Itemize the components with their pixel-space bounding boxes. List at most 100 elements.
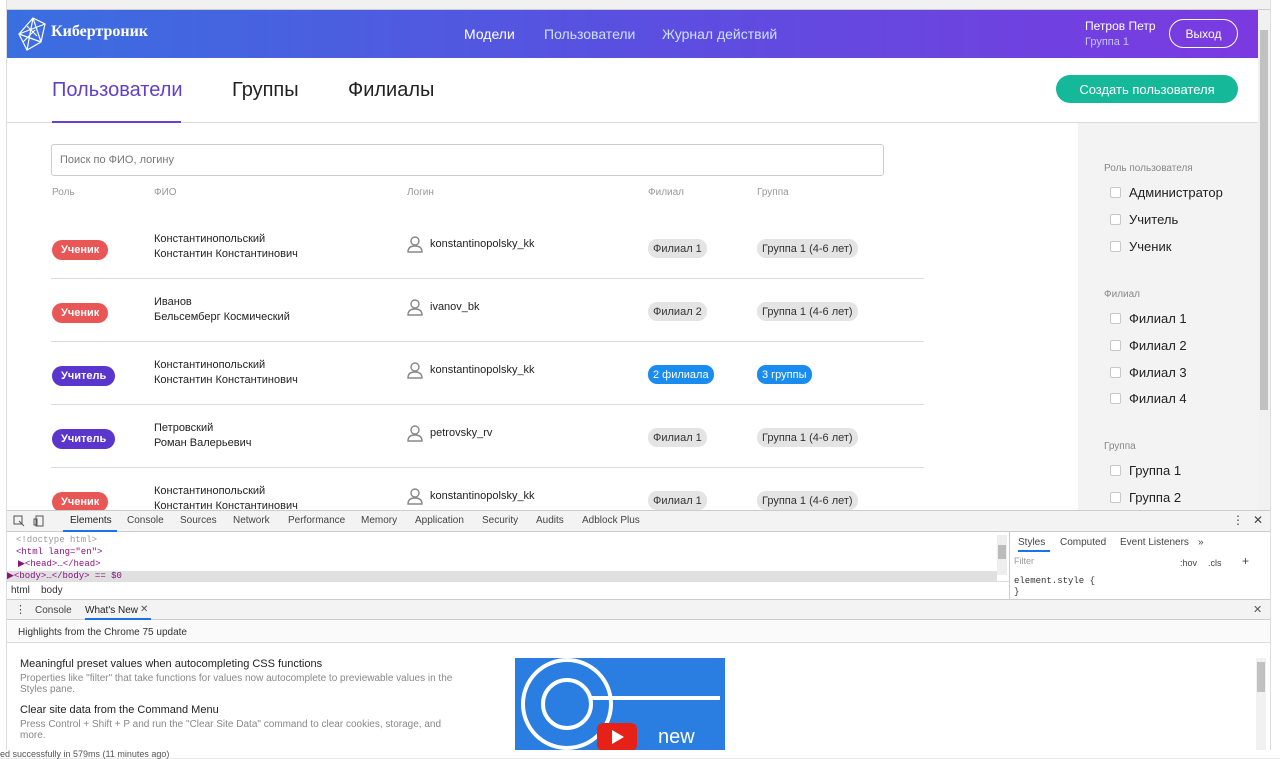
styles-filter-input[interactable]: Filter	[1014, 556, 1174, 570]
whats-new-item-title[interactable]: Meaningful preset values when autocomple…	[20, 658, 322, 670]
checkbox[interactable]	[1110, 492, 1121, 503]
element-style-rule[interactable]: element.style {	[1014, 576, 1095, 586]
styles-tab[interactable]: Styles	[1018, 537, 1045, 548]
logout-button[interactable]: Выход	[1169, 19, 1238, 48]
event-listeners-tab[interactable]: Event Listeners	[1120, 537, 1189, 548]
filter-role-student[interactable]: Ученик	[1110, 239, 1171, 254]
whats-new-item-title[interactable]: Clear site data from the Command Menu	[20, 704, 219, 716]
checkbox[interactable]	[1110, 313, 1121, 324]
nav-users[interactable]: Пользователи	[544, 26, 635, 42]
whats-new-scrollbar[interactable]	[1256, 658, 1266, 751]
devtools-active-tab-indicator	[63, 530, 117, 532]
device-toolbar-icon[interactable]	[33, 515, 45, 527]
devtools-tab-elements[interactable]: Elements	[70, 515, 112, 526]
app-header: Кибертроник Модели Пользователи Журнал д…	[7, 10, 1258, 58]
code-doctype[interactable]: <!doctype html>	[16, 535, 97, 545]
whats-new-video-thumbnail[interactable]: new	[515, 658, 725, 751]
breadcrumb-body[interactable]: body	[41, 585, 63, 596]
drawer-menu-icon[interactable]: ⋮	[15, 603, 26, 616]
code-body-tag[interactable]: ▶<body>…</body> == $0	[7, 571, 997, 581]
user-fio: Константинопольский Константин Константин…	[154, 485, 298, 510]
play-button-icon[interactable]	[597, 723, 637, 751]
table-row[interactable]: Ученик Константинопольский Константин Кон…	[51, 468, 924, 510]
devtools-tab-audits[interactable]: Audits	[536, 515, 564, 526]
add-style-rule-icon[interactable]: +	[1242, 554, 1249, 568]
filter-group-2[interactable]: Группа 2	[1110, 490, 1181, 505]
more-tabs-icon[interactable]: »	[1198, 537, 1204, 548]
checkbox[interactable]	[1110, 214, 1121, 225]
devtools-menu-icon[interactable]: ⋮	[1232, 513, 1244, 527]
filter-branch-3[interactable]: Филиал 3	[1110, 365, 1187, 380]
search-input[interactable]: Поиск по ФИО, логину	[51, 144, 884, 176]
checkbox[interactable]	[1110, 340, 1121, 351]
checkbox[interactable]	[1110, 367, 1121, 378]
devtools-tab-console[interactable]: Console	[127, 515, 164, 526]
group-chip: Группа 1 (4-6 лет)	[757, 302, 858, 321]
create-user-button[interactable]: Создать пользователя	[1056, 75, 1238, 103]
branch-chip: Филиал 2	[648, 302, 707, 321]
page-scrollbar[interactable]	[1258, 10, 1270, 510]
checkbox[interactable]	[1110, 241, 1121, 252]
computed-tab[interactable]: Computed	[1060, 537, 1106, 548]
hov-toggle[interactable]: :hov	[1180, 558, 1197, 568]
column-header-branch: Филиал	[648, 187, 685, 198]
devtools-tab-network[interactable]: Network	[233, 515, 270, 526]
whats-new-panel: Highlights from the Chrome 75 update Mea…	[7, 621, 1270, 751]
group-chip[interactable]: 3 группы	[757, 365, 812, 384]
nav-action-log[interactable]: Журнал действий	[662, 26, 777, 42]
devtools-tab-adblock[interactable]: Adblock Plus	[582, 515, 640, 526]
whats-new-item-desc: Styles pane.	[20, 684, 76, 695]
code-head-tag[interactable]: ▶<head>…</head>	[18, 559, 101, 569]
table-row[interactable]: Ученик Иванов Бельсемберг Космический iva…	[51, 279, 924, 342]
code-scrollbar[interactable]	[997, 535, 1007, 575]
filter-role-title: Роль пользователя	[1104, 163, 1193, 174]
user-login: konstantinopolsky_kk	[430, 238, 535, 250]
cls-toggle[interactable]: .cls	[1208, 558, 1222, 568]
filter-branch-2[interactable]: Филиал 2	[1110, 338, 1187, 353]
active-tab-indicator	[52, 121, 181, 123]
filter-branch-1[interactable]: Филиал 1	[1110, 311, 1187, 326]
inspect-icon[interactable]	[13, 515, 25, 527]
table-row[interactable]: Ученик Константинопольский Константин Кон…	[51, 216, 924, 279]
devtools-tab-sources[interactable]: Sources	[180, 515, 217, 526]
tab-users[interactable]: Пользователи	[52, 79, 183, 102]
drawer-tab-console[interactable]: Console	[35, 605, 72, 616]
devtools-close-icon[interactable]: ✕	[1253, 513, 1263, 527]
filter-branch-4[interactable]: Филиал 4	[1110, 391, 1187, 406]
checkbox[interactable]	[1110, 465, 1121, 476]
scrollbar-thumb[interactable]	[1260, 30, 1268, 410]
devtools-tab-memory[interactable]: Memory	[361, 515, 397, 526]
filter-group-1[interactable]: Группа 1	[1110, 463, 1181, 478]
drawer-close-icon[interactable]: ✕	[1253, 603, 1262, 616]
checkbox[interactable]	[1110, 393, 1121, 404]
devtools-tab-security[interactable]: Security	[482, 515, 518, 526]
branch-chip: Филиал 1	[648, 491, 707, 510]
tab-branches[interactable]: Филиалы	[348, 79, 434, 102]
brand-name[interactable]: Кибертроник	[51, 23, 148, 41]
tab-groups[interactable]: Группы	[232, 79, 299, 102]
logo-icon[interactable]	[15, 14, 49, 54]
filter-sidebar: Роль пользователя Администратор Учитель …	[1078, 123, 1258, 510]
column-header-group: Группа	[757, 187, 789, 198]
devtools-tab-performance[interactable]: Performance	[288, 515, 345, 526]
nav-models[interactable]: Модели	[464, 26, 515, 42]
filter-role-teacher[interactable]: Учитель	[1110, 212, 1178, 227]
code-html-tag[interactable]: <html lang="en">	[16, 547, 102, 557]
devtools-tab-application[interactable]: Application	[415, 515, 464, 526]
table-row[interactable]: Учитель Константинопольский Константин Ко…	[51, 342, 924, 405]
role-badge: Ученик	[52, 240, 109, 260]
drawer-tab-whats-new[interactable]: What's New	[85, 605, 138, 616]
whats-new-close-icon[interactable]: ✕	[140, 604, 148, 615]
video-label: new	[658, 726, 695, 748]
breadcrumb-html[interactable]: html	[11, 585, 30, 596]
drawer-active-tab-indicator	[85, 618, 151, 620]
group-chip: Группа 1 (4-6 лет)	[757, 428, 858, 447]
user-icon	[407, 236, 423, 253]
branch-chip[interactable]: 2 филиала	[648, 365, 714, 384]
whats-new-item-desc: more.	[20, 730, 46, 741]
filter-role-admin[interactable]: Администратор	[1110, 185, 1223, 200]
checkbox[interactable]	[1110, 187, 1121, 198]
table-row[interactable]: Учитель Петровский Роман Валерьевич petro…	[51, 405, 924, 468]
user-icon	[407, 488, 423, 505]
user-icon	[407, 299, 423, 316]
